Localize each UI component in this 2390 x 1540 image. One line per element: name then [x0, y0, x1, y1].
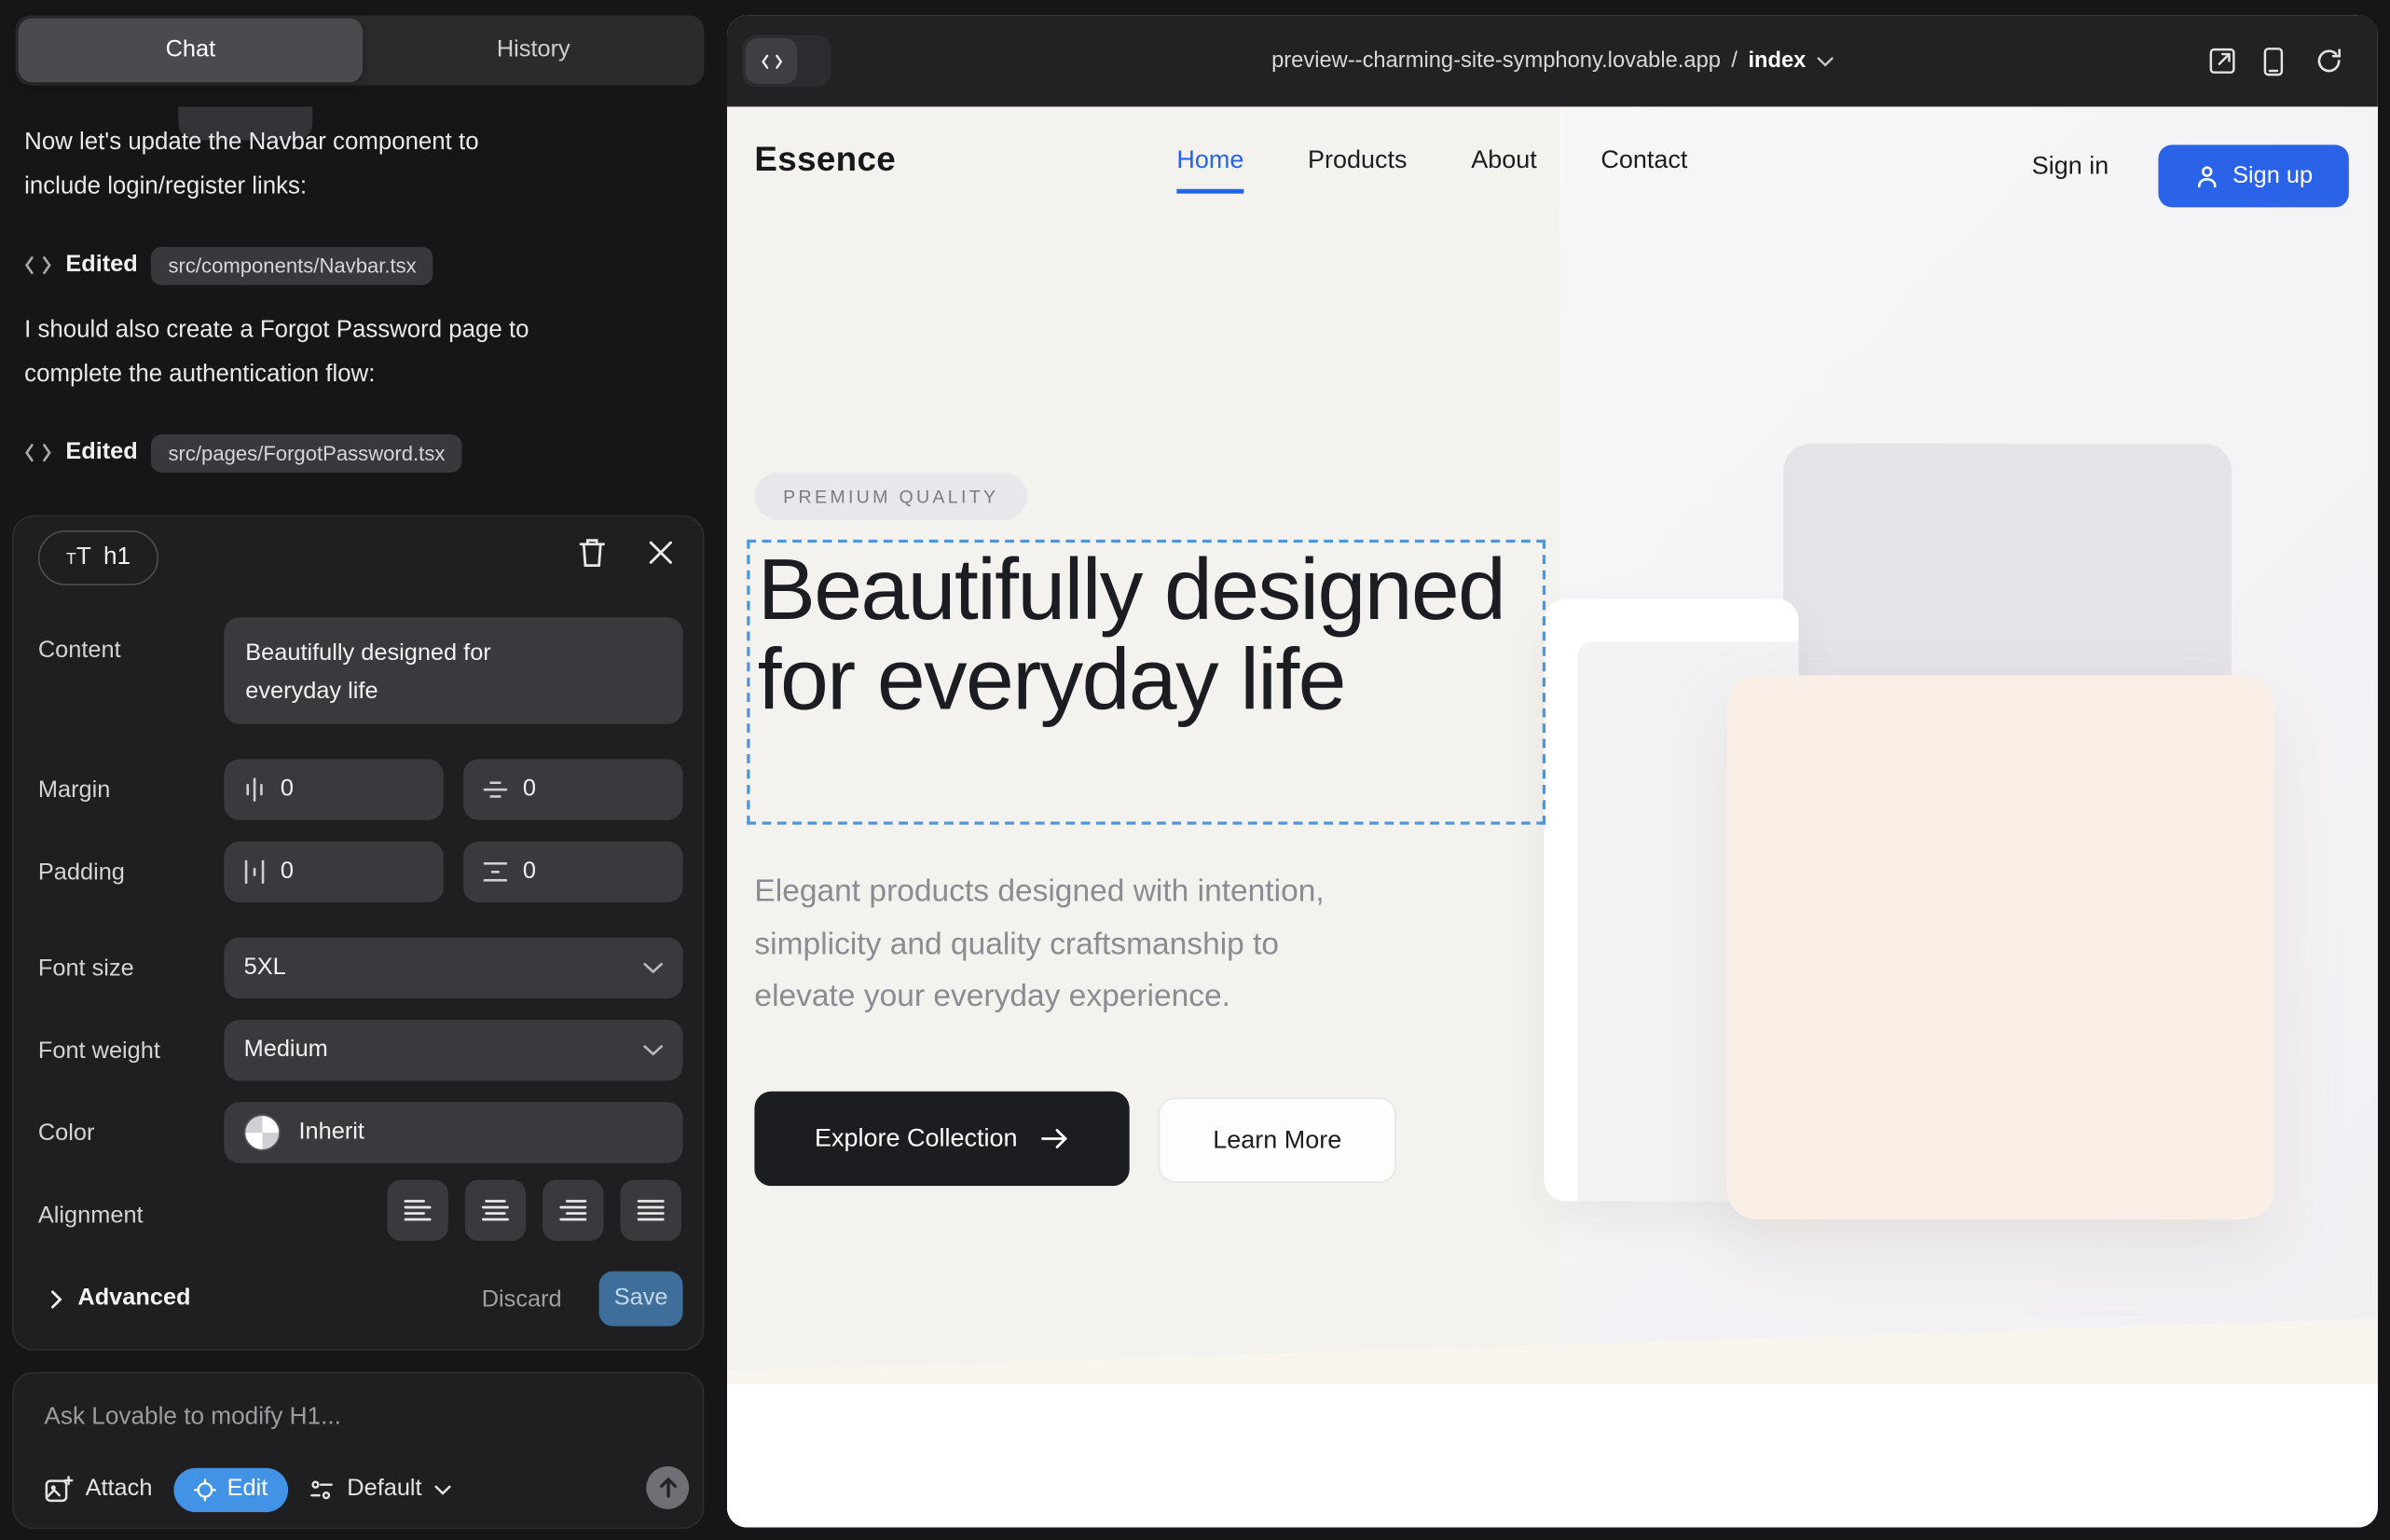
margin-horizontal-icon	[244, 777, 266, 802]
arrow-right-icon	[1042, 1128, 1069, 1149]
font-weight-label: Font weight	[38, 1038, 160, 1066]
default-mode-select[interactable]: Default	[309, 1476, 450, 1503]
url-text: preview--charming-site-symphony.lovable.…	[1271, 48, 1721, 73]
attach-image-icon	[44, 1475, 73, 1504]
edited-label: Edited	[65, 252, 137, 279]
hero-description: Elegant products designed with intention…	[754, 866, 1471, 1024]
user-icon	[2194, 164, 2218, 188]
attach-button[interactable]: Attach	[44, 1475, 152, 1504]
chat-history-tabs: Chat History	[15, 15, 704, 85]
url-bar[interactable]: preview--charming-site-symphony.lovable.…	[727, 15, 2378, 106]
mobile-view-button[interactable]	[2263, 48, 2283, 76]
code-view-toggle[interactable]	[742, 35, 831, 88]
nav-link-home[interactable]: Home	[1176, 146, 1243, 194]
alignment-label: Alignment	[38, 1203, 144, 1230]
color-label: Color	[38, 1121, 95, 1148]
margin-vertical-icon	[483, 779, 507, 801]
padding-x-input[interactable]: 0	[224, 842, 443, 902]
margin-y-input[interactable]: 0	[463, 759, 682, 819]
hero-heading[interactable]: Beautifully designed for everyday life	[758, 545, 1545, 723]
preview-topbar: preview--charming-site-symphony.lovable.…	[727, 15, 2378, 106]
chevron-down-icon	[643, 962, 663, 974]
site-nav: Home Products About Contact	[1176, 146, 1687, 194]
chevron-down-icon	[643, 1044, 663, 1056]
content-input[interactable]: Beautifully designed for everyday life	[224, 617, 682, 723]
trash-icon	[578, 537, 607, 569]
align-justify-icon	[638, 1198, 665, 1222]
element-tag: h1	[103, 544, 130, 571]
close-icon	[648, 540, 674, 566]
margin-x-input[interactable]: 0	[224, 759, 443, 819]
send-button[interactable]	[646, 1466, 689, 1509]
margin-label: Margin	[38, 777, 110, 804]
padding-y-input[interactable]: 0	[463, 842, 682, 902]
refresh-button[interactable]	[2315, 48, 2342, 75]
open-external-button[interactable]	[2208, 48, 2235, 75]
align-left-button[interactable]	[387, 1180, 447, 1241]
nav-link-about[interactable]: About	[1471, 146, 1537, 194]
align-left-icon	[404, 1198, 431, 1222]
chevron-right-icon	[50, 1289, 62, 1309]
premium-quality-badge: PREMIUM QUALITY	[754, 473, 1027, 520]
color-select[interactable]: Inherit	[224, 1102, 682, 1162]
tab-history[interactable]: History	[363, 15, 704, 85]
chat-composer: Ask Lovable to modify H1... Attach Edit …	[12, 1372, 704, 1529]
font-size-select[interactable]: 5XL	[224, 938, 682, 998]
sliders-icon	[309, 1478, 335, 1501]
chat-message: Now let's update the Navbar component to…	[24, 120, 704, 209]
padding-horizontal-icon	[244, 859, 266, 884]
element-editor-panel: TT h1 Content Beautifully designed for e…	[12, 516, 704, 1351]
preview-window: preview--charming-site-symphony.lovable.…	[727, 15, 2378, 1527]
align-right-button[interactable]	[543, 1180, 603, 1241]
file-badge[interactable]: src/components/Navbar.tsx	[151, 246, 433, 284]
code-icon	[24, 254, 51, 276]
page-name: index	[1748, 48, 1806, 73]
chevron-down-icon	[434, 1484, 451, 1494]
element-tag-pill[interactable]: TT h1	[38, 530, 158, 585]
edit-mode-button[interactable]: Edit	[173, 1467, 287, 1511]
decorative-cream-card	[1727, 675, 2274, 1219]
arrow-up-icon	[658, 1478, 678, 1499]
font-size-label: Font size	[38, 956, 134, 983]
chevron-down-icon	[1817, 56, 1834, 66]
sign-up-button[interactable]: Sign up	[2158, 144, 2348, 207]
close-panel-button[interactable]	[648, 540, 674, 566]
save-button[interactable]: Save	[599, 1272, 683, 1327]
edited-file-row: Edited src/components/Navbar.tsx	[24, 242, 433, 288]
align-right-icon	[559, 1198, 586, 1222]
composer-input[interactable]: Ask Lovable to modify H1...	[44, 1404, 340, 1431]
padding-label: Padding	[38, 859, 125, 887]
crosshair-icon	[194, 1478, 217, 1501]
typography-icon: TT	[66, 545, 91, 570]
code-icon	[24, 442, 51, 463]
file-badge[interactable]: src/pages/ForgotPassword.tsx	[151, 433, 461, 472]
edited-file-row: Edited src/pages/ForgotPassword.tsx	[24, 430, 461, 475]
chat-message: I should also create a Forgot Password p…	[24, 308, 704, 396]
composer-toolbar: Attach Edit Default	[44, 1466, 450, 1512]
nav-link-contact[interactable]: Contact	[1600, 146, 1687, 194]
color-swatch	[244, 1114, 281, 1150]
site-canvas: Essence Home Products About Contact Sign…	[727, 106, 2378, 1527]
nav-link-products[interactable]: Products	[1308, 146, 1407, 194]
font-weight-select[interactable]: Medium	[224, 1020, 682, 1080]
align-justify-button[interactable]	[621, 1180, 681, 1241]
padding-vertical-icon	[483, 861, 507, 883]
advanced-toggle[interactable]: Advanced	[50, 1285, 191, 1312]
learn-more-button[interactable]: Learn More	[1159, 1097, 1396, 1183]
discard-button[interactable]: Discard	[482, 1286, 562, 1313]
align-center-icon	[482, 1198, 509, 1222]
section-below-hero	[727, 1384, 2378, 1528]
delete-element-button[interactable]	[578, 537, 607, 569]
tab-chat[interactable]: Chat	[19, 19, 364, 83]
code-icon	[746, 38, 798, 84]
content-label: Content	[38, 638, 121, 665]
site-logo[interactable]: Essence	[754, 140, 896, 180]
edited-label: Edited	[65, 439, 137, 466]
lovable-app: Chat History Now let's update the Navbar…	[0, 0, 2390, 1540]
sign-in-link[interactable]: Sign in	[2032, 153, 2109, 182]
explore-collection-button[interactable]: Explore Collection	[754, 1092, 1129, 1186]
align-center-button[interactable]	[465, 1180, 526, 1241]
